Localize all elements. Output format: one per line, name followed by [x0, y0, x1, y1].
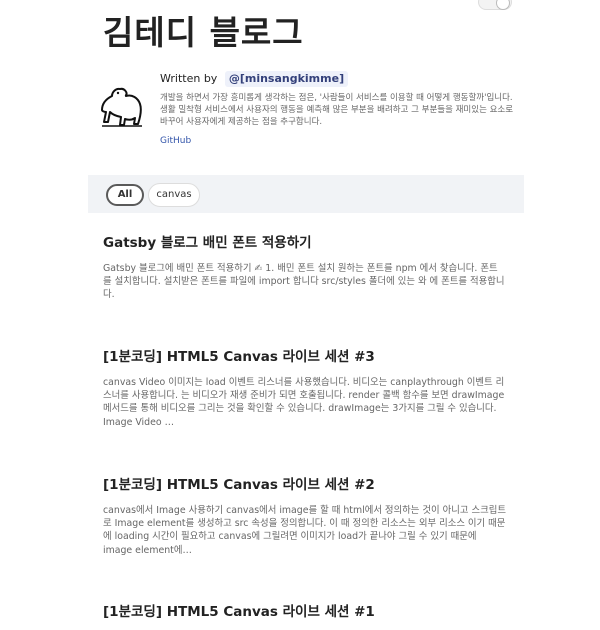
author-handle-link[interactable]: @[minsangkimme] — [224, 71, 349, 87]
written-by-label: Written by — [160, 72, 218, 85]
site-title[interactable]: 김테디 블로그 — [103, 6, 304, 54]
category-chip-all[interactable]: All — [106, 184, 144, 206]
post-title[interactable]: Gatsby 블로그 배민 폰트 적용하기 — [103, 234, 506, 252]
post-card[interactable]: Gatsby 블로그 배민 폰트 적용하기 Gatsby 블로그에 배민 폰트 … — [103, 234, 506, 302]
post-title[interactable]: [1분코딩] HTML5 Canvas 라이브 세션 #2 — [103, 476, 506, 494]
bio-section: Written by @[minsangkimme] 개발을 하면서 가장 흥미… — [98, 70, 518, 150]
post-card[interactable]: [1분코딩] HTML5 Canvas 라이브 세션 #1 — [103, 603, 506, 621]
github-link[interactable]: GitHub — [160, 136, 518, 146]
post-excerpt: canvas Video 이미지는 load 이벤트 리스너를 사용했습니다. … — [103, 377, 505, 428]
post-excerpt: Gatsby 블로그에 배민 폰트 적용하기 ✍ 1. 배민 폰트 설치 원하는… — [103, 263, 505, 301]
category-bar: All canvas — [88, 175, 524, 213]
polar-bear-icon — [101, 87, 142, 127]
post-card[interactable]: [1분코딩] HTML5 Canvas 라이브 세션 #3 canvas Vid… — [103, 348, 506, 429]
post-title[interactable]: [1분코딩] HTML5 Canvas 라이브 세션 #1 — [103, 603, 506, 621]
post-excerpt: canvas에서 Image 사용하기 canvas에서 image를 할 때 … — [103, 505, 506, 556]
toggle-knob — [496, 0, 510, 10]
category-chip-canvas[interactable]: canvas — [148, 183, 200, 207]
post-card[interactable]: [1분코딩] HTML5 Canvas 라이브 세션 #2 canvas에서 I… — [103, 476, 506, 557]
author-line: Written by @[minsangkimme] — [160, 70, 518, 88]
post-title[interactable]: [1분코딩] HTML5 Canvas 라이브 세션 #3 — [103, 348, 506, 366]
theme-toggle[interactable] — [478, 0, 512, 10]
bio-description: 개발을 하면서 가장 흥미롭게 생각하는 점은, '사람들이 서비스를 이용할 … — [160, 93, 514, 127]
